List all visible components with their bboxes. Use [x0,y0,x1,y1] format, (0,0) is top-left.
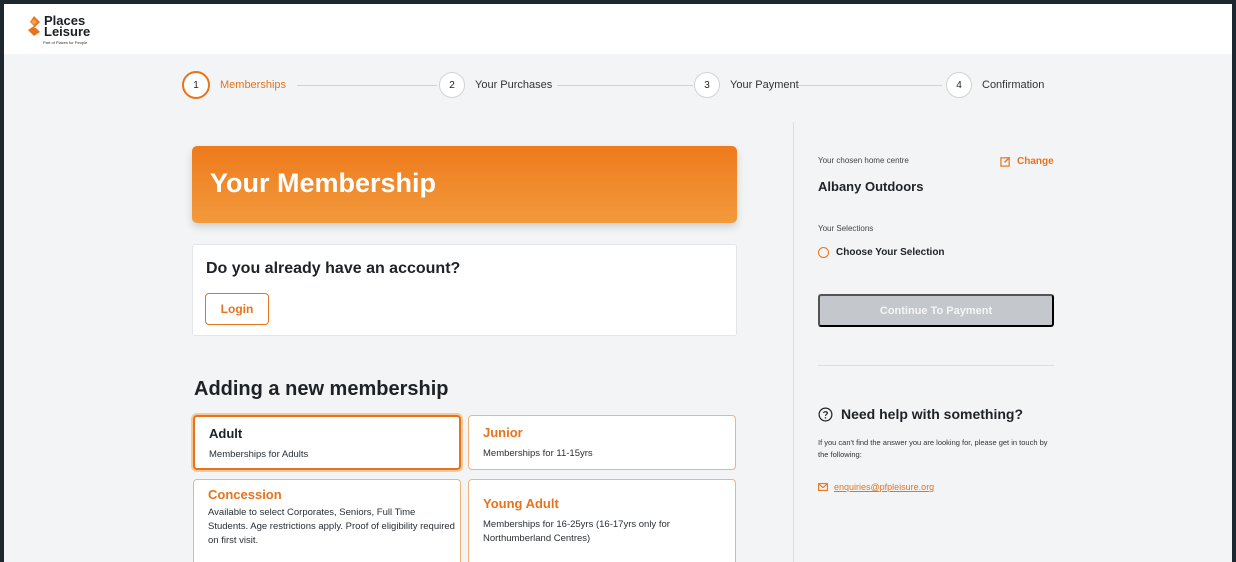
home-centre-label: Your chosen home centre [818,156,909,165]
page-frame: Places Leisure Part of Places for People… [4,4,1232,562]
logo-text-line2: Leisure [44,24,91,39]
step-number: 1 [182,71,210,99]
step-confirmation[interactable]: 4 Confirmation [946,70,1044,100]
stepper-connector [797,85,942,86]
selections-label: Your Selections [818,224,874,233]
help-heading: Need help with something? [818,406,1023,422]
logo-mark-icon [28,16,40,36]
radio-circle-icon [818,247,829,258]
stepper-connector [297,85,437,86]
membership-option-description: Available to select Corporates, Seniors,… [208,507,455,546]
membership-option-title: Junior [483,425,523,440]
continue-to-payment-button[interactable]: Continue To Payment [818,294,1054,327]
membership-option-title: Adult [209,426,243,441]
progress-stepper: 1 Memberships 2 Your Purchases 3 Your Pa… [182,70,1062,100]
membership-option-description: Memberships for 16-25yrs (16-17yrs only … [483,519,670,544]
membership-option-description: Memberships for 11-15yrs [483,448,593,459]
support-email-link[interactable]: enquiries@pfpleisure.org [818,482,934,492]
step-memberships[interactable]: 1 Memberships [182,70,286,100]
sidebar-divider [793,122,794,562]
login-button[interactable]: Login [205,293,269,325]
step-your-purchases[interactable]: 2 Your Purchases [439,70,552,100]
membership-option-concession[interactable]: Concession Available to select Corporate… [193,479,461,562]
envelope-icon [818,483,828,491]
home-centre-name: Albany Outdoors [818,179,924,194]
edit-icon [1000,156,1011,167]
account-question: Do you already have an account? [206,260,461,277]
membership-option-description: Memberships for Adults [209,449,309,460]
sidebar-section-divider [818,365,1054,366]
step-label: Confirmation [982,79,1045,91]
places-leisure-logo[interactable]: Places Leisure Part of Places for People [28,14,118,50]
change-label: Change [1017,156,1054,167]
step-number: 3 [694,72,720,98]
step-your-payment[interactable]: 3 Your Payment [694,70,799,100]
help-description: If you can't find the answer you are loo… [818,438,1048,459]
question-circle-icon [818,407,833,421]
membership-option-title: Concession [208,487,282,502]
account-card: Do you already have an account? Login [192,244,737,336]
membership-option-adult[interactable]: Adult Memberships for Adults [193,415,461,470]
step-number: 4 [946,72,972,98]
membership-option-title: Young Adult [483,496,559,511]
step-number: 2 [439,72,465,98]
membership-hero-banner: Your Membership [192,146,737,223]
new-membership-heading: Adding a new membership [194,378,449,400]
page-title: Your Membership [210,168,437,198]
step-label: Your Purchases [475,79,553,91]
selection-placeholder: Choose Your Selection [818,247,945,258]
membership-option-junior[interactable]: Junior Memberships for 11-15yrs [468,415,736,470]
change-centre-link[interactable]: Change [1000,156,1054,167]
support-email: enquiries@pfpleisure.org [834,482,935,492]
selection-placeholder-text: Choose Your Selection [836,247,945,258]
top-bar: Places Leisure Part of Places for People [4,4,1232,54]
step-label: Memberships [220,79,287,91]
stepper-connector [557,85,693,86]
membership-option-young-adult[interactable]: Young Adult Memberships for 16-25yrs (16… [468,479,736,562]
logo-tagline: Part of Places for People [43,40,88,45]
help-title-text: Need help with something? [841,406,1024,422]
step-label: Your Payment [730,79,799,91]
